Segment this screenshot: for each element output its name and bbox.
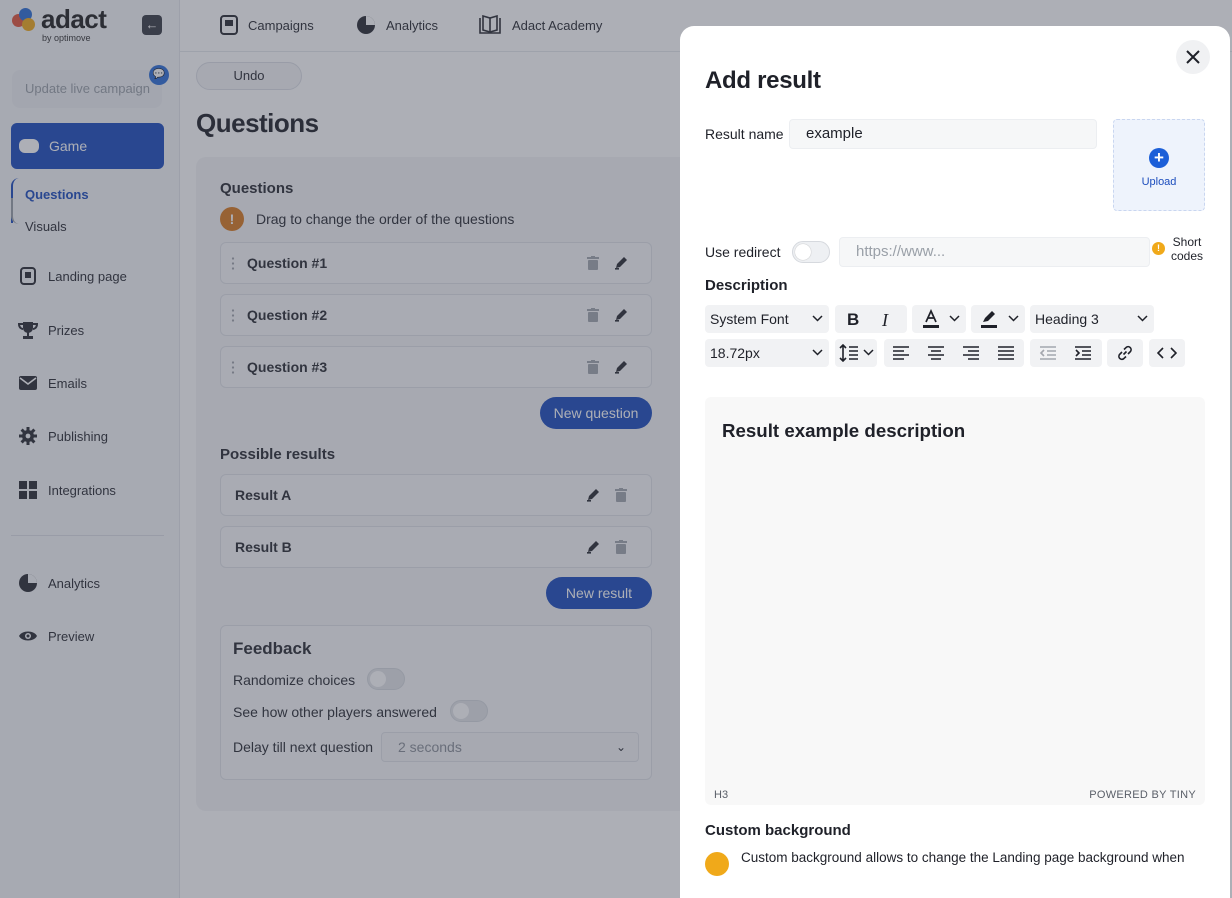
editor-element-path: H3 — [714, 789, 729, 801]
close-icon — [1186, 50, 1200, 64]
add-result-modal: Add result Result name example + Upload … — [680, 26, 1230, 898]
font-size-value: 18.72px — [710, 345, 760, 361]
chevron-down-icon — [812, 311, 823, 328]
close-button[interactable] — [1176, 40, 1210, 74]
use-redirect-label: Use redirect — [705, 244, 781, 260]
link-button[interactable] — [1107, 339, 1143, 367]
redirect-url-input[interactable]: https://www... — [839, 237, 1150, 267]
highlighter-icon — [980, 309, 998, 332]
block-format-select[interactable]: Heading 3 — [1030, 305, 1154, 333]
align-left-icon[interactable] — [892, 345, 910, 364]
use-redirect-toggle[interactable] — [792, 241, 830, 263]
source-code-button[interactable] — [1149, 339, 1185, 367]
highlight-color-button[interactable] — [971, 305, 1025, 333]
align-justify-icon[interactable] — [997, 345, 1015, 364]
font-family-select[interactable]: System Font — [705, 305, 829, 333]
powered-by-tiny[interactable]: POWERED BY TINY — [1089, 789, 1196, 801]
block-format-value: Heading 3 — [1035, 311, 1099, 327]
chevron-down-icon — [1137, 311, 1148, 328]
short-codes-link[interactable]: Short codes — [1168, 235, 1206, 263]
result-name-label: Result name — [705, 126, 784, 142]
italic-icon[interactable]: I — [882, 310, 888, 331]
text-color-button[interactable] — [912, 305, 966, 333]
link-icon — [1116, 344, 1134, 365]
line-height-icon — [839, 343, 859, 365]
chevron-down-icon — [812, 345, 823, 362]
align-group — [884, 339, 1024, 367]
text-color-icon — [922, 308, 940, 332]
chevron-down-icon — [863, 345, 874, 362]
chevron-down-icon — [1008, 311, 1019, 328]
result-name-input[interactable]: example — [789, 119, 1097, 149]
plus-icon: + — [1149, 148, 1169, 168]
upload-label: Upload — [1141, 176, 1177, 188]
modal-title: Add result — [705, 67, 821, 94]
description-label: Description — [705, 277, 788, 294]
format-group: B I — [835, 305, 907, 333]
indent-icon[interactable] — [1074, 345, 1092, 364]
info-icon — [705, 852, 729, 876]
rich-text-editor[interactable]: Result example description H3 POWERED BY… — [705, 397, 1205, 805]
bold-icon[interactable]: B — [847, 310, 859, 330]
custom-background-label: Custom background — [705, 822, 851, 839]
line-height-button[interactable] — [835, 339, 877, 367]
font-size-select[interactable]: 18.72px — [705, 339, 829, 367]
align-right-icon[interactable] — [962, 345, 980, 364]
font-family-value: System Font — [710, 311, 789, 327]
editor-content[interactable]: Result example description — [722, 420, 965, 442]
info-icon: ! — [1152, 242, 1165, 255]
outdent-icon[interactable] — [1039, 345, 1057, 364]
upload-image-button[interactable]: + Upload — [1113, 119, 1205, 211]
align-center-icon[interactable] — [927, 345, 945, 364]
code-icon — [1156, 345, 1178, 364]
indent-group — [1030, 339, 1102, 367]
custom-background-note: Custom background allows to change the L… — [741, 850, 1185, 865]
chevron-down-icon — [949, 311, 960, 328]
